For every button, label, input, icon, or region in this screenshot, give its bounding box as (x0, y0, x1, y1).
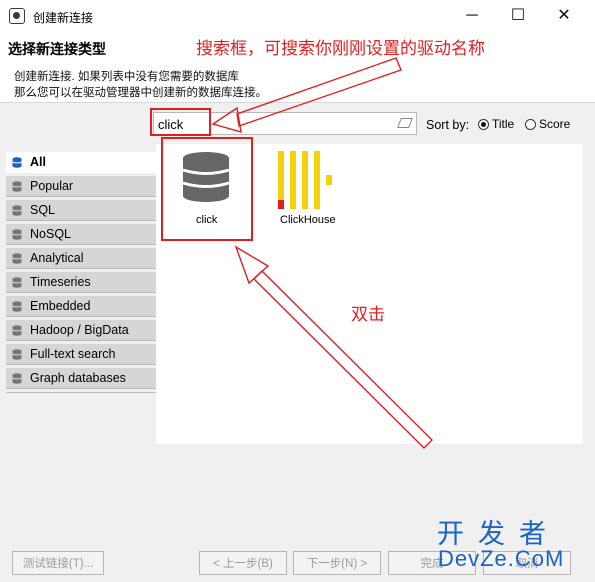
app-icon (9, 8, 25, 24)
sort-score-label: Score (539, 117, 571, 131)
category-label: SQL (30, 203, 56, 217)
category-timeseries[interactable]: Timeseries (6, 272, 156, 293)
category-hadoop-bigdata[interactable]: Hadoop / BigData (6, 320, 156, 341)
search-annotation: 搜索框，可搜索你刚刚设置的驱动名称 (196, 39, 485, 58)
category-full-text-search[interactable]: Full-text search (6, 344, 156, 365)
category-all[interactable]: All (6, 152, 156, 173)
category-label: Embedded (30, 299, 91, 313)
minimize-button[interactable]: ─ (449, 0, 495, 32)
category-label: Full-text search (30, 347, 116, 361)
radio-unselected-icon (525, 119, 536, 130)
database-icon (12, 205, 22, 216)
database-icon (12, 301, 22, 312)
database-icon (12, 349, 22, 360)
sort-title-radio[interactable]: Title (478, 117, 514, 131)
watermark-line2: DevZe.CoM (438, 546, 565, 571)
database-icon (12, 277, 22, 288)
title-bar: 创建新连接 ─ ☐ ✕ (0, 0, 595, 32)
window-title: 创建新连接 (33, 11, 94, 25)
next-button[interactable]: 下一步(N) > (293, 551, 381, 575)
category-embedded[interactable]: Embedded (6, 296, 156, 317)
clickhouse-logo-icon (278, 151, 332, 209)
category-analytical[interactable]: Analytical (6, 248, 156, 269)
sort-title-label: Title (492, 117, 515, 131)
page-description-line1: 创建新连接. 如果列表中没有您需要的数据库 (14, 71, 239, 83)
maximize-button[interactable]: ☐ (495, 0, 541, 32)
sort-score-radio[interactable]: Score (525, 117, 570, 131)
category-graph-databases[interactable]: Graph databases (6, 368, 156, 389)
database-icon (12, 253, 22, 264)
database-icon (12, 325, 22, 336)
category-label: Timeseries (30, 275, 91, 289)
double-click-annotation: 双击 (351, 305, 385, 324)
category-label: NoSQL (30, 227, 71, 241)
category-popular[interactable]: Popular (6, 176, 156, 197)
category-label: Analytical (30, 251, 84, 265)
category-label: Graph databases (30, 371, 126, 385)
test-connection-button[interactable]: 测试链接(T)... (12, 551, 104, 575)
database-icon (12, 373, 22, 384)
database-icon (12, 181, 22, 192)
category-label: Popular (30, 179, 74, 193)
database-icon (12, 229, 22, 240)
database-stack-icon (12, 157, 22, 168)
category-sql[interactable]: SQL (6, 200, 156, 221)
radio-selected-icon (478, 119, 489, 130)
sidebar-empty-area (6, 392, 156, 445)
close-button[interactable]: ✕ (541, 0, 587, 32)
clear-search-icon[interactable] (397, 118, 413, 128)
page-description-line2: 那么您可以在驱动管理器中创建新的数据库连接。 (14, 87, 267, 99)
category-label: Hadoop / BigData (30, 323, 129, 337)
search-input-value: click (158, 117, 184, 132)
database-cylinder-icon (182, 152, 230, 202)
back-button[interactable]: < 上一步(B) (199, 551, 287, 575)
driver-label-click: click (196, 214, 218, 226)
driver-label-clickhouse: ClickHouse (280, 214, 336, 226)
search-input[interactable]: click (153, 112, 417, 135)
page-title: 选择新连接类型 (8, 41, 106, 57)
category-nosql[interactable]: NoSQL (6, 224, 156, 245)
sort-by-label: Sort by: (426, 118, 470, 132)
category-label: All (30, 155, 46, 169)
